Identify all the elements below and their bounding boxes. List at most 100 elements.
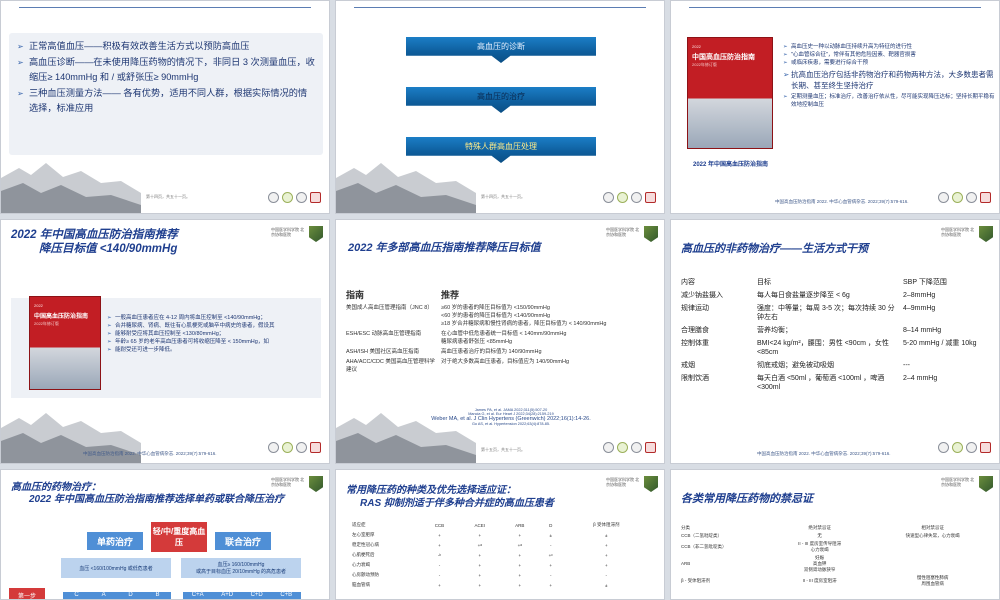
slide-thumbnail-4[interactable]: 2022 年中国高血压防治指南推荐 降压目标值 <140/90mmHg 中国医学科… — [0, 219, 330, 464]
table-row: 控制体重 BMI<24 kg/m²，腰围：男性 <90cm ，女性 <85cm 5-… — [679, 337, 995, 359]
table-cell: 快速型心律失常，心力衰竭 — [905, 533, 960, 538]
table-row: 限制饮酒 每天白酒 <50ml ，葡萄酒 <100ml ，啤酒 <300ml 2–4… — [679, 372, 995, 394]
slide-thumbnail-8[interactable]: 常用降压药的种类及优先选择适应证： RAS 抑制剂适于伴多种合并症的高血压患者 中… — [335, 469, 665, 600]
table-cell: +ᶜ — [548, 552, 553, 558]
table-row: ARB 妊娠 高血钾 双侧肾动脉狭窄 — [679, 554, 995, 574]
drug-option: D — [128, 592, 133, 598]
slide-thumbnail-9[interactable]: 各类常用降压药物的禁忌证 中国医学科学院 北京协和医院 分类 绝对禁忌证 相对禁忌证… — [670, 469, 1000, 600]
slide-thumbnail-3[interactable]: 2022 中国高血压防治指南 2022年修订版 2022 年中国高血压防治指南 … — [670, 0, 1000, 214]
bullet-text: 一般高血压患者应在 4-12 周内将血压控制至 <140/90mmHg； — [115, 315, 266, 321]
org-logo-icon — [268, 192, 279, 203]
column-header: ACEI — [474, 522, 486, 528]
table-cell: -ᵇ — [437, 552, 442, 558]
arrow-bullet-icon: ➢ — [783, 52, 788, 58]
guideline-book-cover: 2022 中国高血压防治指南 2022年修订版 — [687, 37, 773, 149]
table-cell: 对于绝大多数高血压患者，目标值应为 140/90mmHg — [439, 357, 644, 375]
header-rule — [354, 7, 646, 8]
table-cell: + — [549, 582, 553, 588]
org-logo-icon — [310, 442, 321, 453]
column-header: SBP 下降范围 — [903, 279, 947, 286]
org-logo-icon — [603, 192, 614, 203]
slide-thumbnail-7[interactable]: 高血压的药物治疗： 2022 年中国高血压防治指南推荐选择单药或联合降压治疗 中国… — [0, 469, 330, 600]
table-cell: 美国成人高血压管理指南（JNC 8） — [346, 305, 433, 311]
bullet-item: ➢ 抗高血压治疗包括非药物治疗和药物两种方法，大多数患者需长期、甚至终生坚持治疗 — [783, 69, 995, 91]
org-logo-icon — [980, 192, 991, 203]
table-row: 脑血管病 + + + + ± — [350, 580, 650, 590]
logo-row — [603, 192, 656, 203]
slide-title: 2022 年中国高血压防治指南推荐 降压目标值 <140/90mmHg — [11, 228, 178, 256]
bullet-item: ➢ 高血压诊断——在未使用降压药物的情况下，非同日 3 次测量血压，收缩压≥ 14… — [17, 55, 315, 85]
table-cell: 限制饮酒 — [681, 375, 709, 382]
table-row: 美国成人高血压管理指南（JNC 8） ≥60 岁的患者的降压目标值为 <150/9… — [344, 303, 644, 329]
bullet-text: 能够耐受应将其血压控制至 <130/80mmHg； — [115, 331, 225, 337]
table-row: ASH/ISH 美国社区高血压指南 高血压患者治疗的目标值为 140/90mmHg — [344, 347, 644, 357]
slide-thumbnail-2[interactable]: 高血压的诊断 高血压的治疗 特殊人群高血压处理 第十四页，共五十一页。 — [335, 0, 665, 214]
table-row: 心房颤动预防 - + + - - — [350, 570, 650, 580]
table-header-row: 内容 目标 SBP 下降范围 — [679, 276, 995, 289]
page-number: 第十四页，共五十一页。 — [146, 194, 190, 199]
crest-label: 中国医学科学院 北京协和医院 — [606, 227, 640, 237]
arrow-bullet-icon: ➢ — [17, 58, 24, 67]
table-cell: 控制体重 — [681, 340, 709, 347]
bullet-item: ➢ "心血管综合征"，常伴有其他危险因素、靶器官损害 — [783, 51, 995, 59]
table-header-row: 分类 绝对禁忌证 相对禁忌证 — [679, 524, 995, 532]
table-cell: ± — [549, 532, 552, 538]
table-cell: + — [549, 562, 553, 568]
mountain-decoration — [336, 163, 476, 213]
combo-condition: 血压≥ 160/100mmHg 或高于目标血压 20/10mmHg 的高危患者 — [181, 558, 301, 578]
table-cell: + — [478, 532, 482, 538]
mono-options: CADB — [63, 592, 171, 599]
column-header: 分类 — [681, 525, 690, 530]
table-cell — [870, 540, 995, 554]
table-row: 合理膳食 营养均衡； 8–14 mmHg — [679, 324, 995, 337]
slide-thumbnail-5[interactable]: 2022 年多部高血压指南推荐降压目标值 中国医学科学院 北京协和医院 指南 推… — [335, 219, 665, 464]
title-line: 降压目标值 <140/90mmHg — [39, 243, 178, 255]
bullet-list: ➢ 一般高血压患者应在 4-12 周内将血压控制至 <140/90mmHg； ➢ 合… — [107, 314, 325, 354]
table-cell: 规律运动 — [681, 305, 709, 312]
table-row: CCB（二氢吡啶类） 无 快速型心律失常，心力衰竭 — [679, 532, 995, 540]
table-cell: 每人每日食盐量逐步降至 < 6g — [757, 292, 850, 299]
section-banner: 高血压的治疗 — [406, 87, 596, 113]
crest-label: 中国医学科学院 北京协和医院 — [271, 227, 305, 237]
table-cell: - — [605, 572, 608, 578]
bullet-text: 合并糖尿病、肾病、既往有心肌梗死或脑卒中病史的患者，假设其 — [115, 323, 275, 329]
citation-footer: 中国高血压防治指南 2022. 中华心血管病杂志. 2022;39(7):579… — [775, 199, 909, 204]
slide-title: 各类常用降压药物的禁忌证 — [681, 493, 813, 505]
org-logo-icon — [282, 442, 293, 453]
table-cell: 左心室肥厚 — [352, 532, 375, 537]
table-cell: 戒烟 — [681, 362, 695, 369]
mountain-decoration — [1, 163, 141, 213]
logo-row — [268, 192, 321, 203]
table-cell: - — [438, 572, 441, 578]
table-cell: + — [518, 552, 522, 558]
drug-option: C — [74, 592, 79, 598]
table-cell — [870, 554, 995, 574]
lifestyle-table: 内容 目标 SBP 下降范围 减少钠盐摄入 每人每日食盐量逐步降至 < 6g 2–8… — [679, 276, 995, 394]
table-row: 减少钠盐摄入 每人每日食盐量逐步降至 < 6g 2–8mmHg — [679, 289, 995, 302]
arrow-bullet-icon: ➢ — [17, 89, 24, 98]
table-cell: CCB（非二氢吡啶类） — [681, 544, 727, 549]
slide-thumbnail-6[interactable]: 高血压的非药物治疗——生活方式干预 中国医学科学院 北京协和医院 内容 目标 S… — [670, 219, 1000, 464]
table-cell: + — [478, 552, 482, 558]
arrow-bullet-icon: ➢ — [107, 323, 112, 329]
slide-thumbnail-1[interactable]: ➢ 正常高值血压——积极有效改善生活方式以预防高血压 ➢ 高血压诊断——在未使用降压… — [0, 0, 330, 214]
title-line: 常用降压药的种类及优先选择适应证： — [346, 485, 516, 496]
book-title: 中国高血压防治指南 — [692, 54, 755, 61]
arrow-bullet-icon: ➢ — [107, 331, 112, 337]
slide-title: 高血压的药物治疗： 2022 年中国高血压防治指南推荐选择单药或联合降压治疗 — [11, 482, 284, 506]
table-header-row: 指南 推荐 — [344, 290, 644, 303]
org-logo-icon — [952, 442, 963, 453]
column-header: β 受体阻滞剂 — [593, 522, 620, 527]
bullet-item: ➢ 能够耐受应将其血压控制至 <130/80mmHg； — [107, 330, 325, 338]
mono-therapy-box: 单药治疗 — [87, 532, 143, 550]
table-row: AHA/ACC/CDC 美国高血压管理科学建议 对于绝大多数高血压患者，目标值应为… — [344, 357, 644, 375]
table-cell: 5-20 mmHg / 减重 10kg — [903, 340, 977, 347]
bullet-item: ➢ 一般高血压患者应在 4-12 周内将血压控制至 <140/90mmHg； — [107, 314, 325, 322]
arrow-bullet-icon: ➢ — [783, 70, 790, 79]
column-header: 指南 — [346, 290, 365, 300]
table-cell: + — [478, 582, 482, 588]
book-subtitle: 2022年修订版 — [692, 62, 717, 67]
bullet-item: ➢ 定期测量血压；标准治疗，改善治疗依从性，尽可能实现降压达标；坚持长期平稳有效地… — [783, 93, 995, 109]
table-cell: 营养均衡； — [757, 327, 792, 334]
mountain-decoration — [336, 413, 476, 463]
